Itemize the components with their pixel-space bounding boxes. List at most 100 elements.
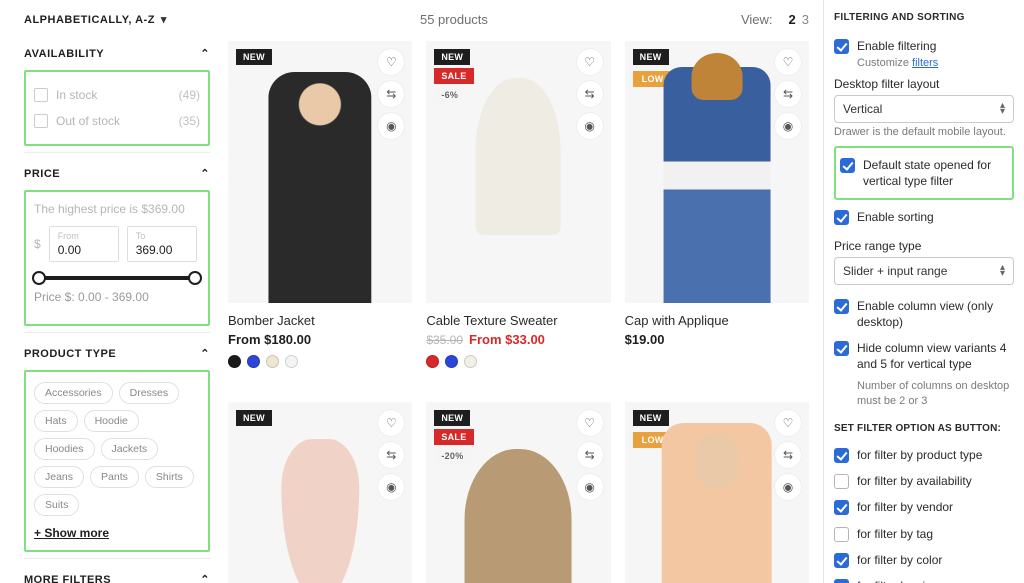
product-image[interactable]: NEW ♡ ⇆ ◉ (228, 41, 412, 303)
option-for-filter-by-product-type[interactable]: for filter by product type (834, 442, 1014, 468)
eye-icon[interactable]: ◉ (378, 113, 404, 139)
checkbox-icon (834, 448, 849, 463)
badge-new: NEW (434, 410, 470, 426)
product-title: Cap with Applique (625, 313, 809, 328)
chip-hoodie[interactable]: Hoodie (84, 410, 139, 432)
filter-more-toggle[interactable]: MORE FILTERS⌃ (24, 558, 210, 583)
swatch[interactable] (285, 355, 298, 368)
eye-icon[interactable]: ◉ (577, 474, 603, 500)
product-count: 55 products (167, 12, 741, 27)
badge-sale: SALE (434, 68, 473, 84)
product-card[interactable]: NEW ♡ ⇆ ◉ (228, 402, 412, 583)
filter-price-toggle[interactable]: PRICE⌃ (24, 152, 210, 190)
product-card[interactable]: NEWLOW STOCK ♡ ⇆ ◉ (625, 402, 809, 583)
heart-icon[interactable]: ♡ (775, 49, 801, 75)
filter-in-stock[interactable]: In stock(49) (34, 82, 200, 108)
heart-icon[interactable]: ♡ (775, 410, 801, 436)
heart-icon[interactable]: ♡ (577, 49, 603, 75)
default-state-opened-checkbox[interactable]: Default state opened for vertical type f… (840, 152, 1008, 194)
compare-icon[interactable]: ⇆ (577, 442, 603, 468)
option-for-filter-by-color[interactable]: for filter by color (834, 547, 1014, 573)
swatch[interactable] (445, 355, 458, 368)
checkbox-icon (34, 114, 48, 128)
heart-icon[interactable]: ♡ (378, 410, 404, 436)
view-label: View: (741, 12, 773, 27)
enable-column-view-checkbox[interactable]: Enable column view (only desktop) (834, 293, 1014, 335)
heart-icon[interactable]: ♡ (577, 410, 603, 436)
swatch[interactable] (228, 355, 241, 368)
product-card[interactable]: NEWLOW STOCK ♡ ⇆ ◉ Cap with Applique$19.… (625, 41, 809, 382)
heart-icon[interactable]: ♡ (378, 49, 404, 75)
eye-icon[interactable]: ◉ (775, 474, 801, 500)
select-arrows-icon: ▴▾ (1000, 103, 1005, 115)
settings-heading: FILTERING AND SORTING (834, 12, 1014, 23)
chip-pants[interactable]: Pants (90, 466, 139, 488)
compare-icon[interactable]: ⇆ (378, 81, 404, 107)
select-arrows-icon: ▴▾ (1000, 265, 1005, 277)
drawer-note: Drawer is the default mobile layout. (834, 125, 1014, 140)
filter-availability-toggle[interactable]: AVAILABILITY⌃ (24, 41, 210, 70)
hide-variants-note: Number of columns on desktop must be 2 o… (857, 379, 1014, 409)
product-card[interactable]: NEW ♡ ⇆ ◉ Bomber JacketFrom $180.00 (228, 41, 412, 382)
product-image[interactable]: NEWSALE-6% ♡ ⇆ ◉ (426, 41, 610, 303)
price-slider[interactable] (36, 276, 198, 280)
option-for-filter-by-tag[interactable]: for filter by tag (834, 521, 1014, 547)
product-image[interactable]: NEWLOW STOCK ♡ ⇆ ◉ (625, 41, 809, 303)
desktop-layout-label: Desktop filter layout (834, 77, 1014, 91)
sort-dropdown[interactable]: ALPHABETICALLY, A-Z▾ (24, 13, 167, 26)
checkbox-icon (34, 88, 48, 102)
chip-hats[interactable]: Hats (34, 410, 78, 432)
filter-out-of-stock[interactable]: Out of stock(35) (34, 108, 200, 134)
product-title: Bomber Jacket (228, 313, 412, 328)
product-image[interactable]: NEWSALE-20% ♡ ⇆ ◉ (426, 402, 610, 583)
desktop-layout-select[interactable]: Vertical▴▾ (834, 95, 1014, 123)
chip-accessories[interactable]: Accessories (34, 382, 113, 404)
chevron-up-icon: ⌃ (200, 347, 210, 360)
chip-shirts[interactable]: Shirts (145, 466, 194, 488)
chip-hoodies[interactable]: Hoodies (34, 438, 95, 460)
product-image[interactable]: NEWLOW STOCK ♡ ⇆ ◉ (625, 402, 809, 583)
product-image[interactable]: NEW ♡ ⇆ ◉ (228, 402, 412, 583)
product-type-options: Accessories Dresses Hats Hoodie Hoodies Jacke… (24, 370, 210, 552)
eye-icon[interactable]: ◉ (775, 113, 801, 139)
filter-product-type-toggle[interactable]: PRODUCT TYPE⌃ (24, 332, 210, 370)
option-for-filter-by-size[interactable]: for filter by size (834, 573, 1014, 583)
enable-sorting-checkbox[interactable]: Enable sorting (834, 204, 1014, 230)
checkbox-icon (834, 210, 849, 225)
chip-dresses[interactable]: Dresses (119, 382, 180, 404)
chip-suits[interactable]: Suits (34, 494, 79, 516)
chip-jeans[interactable]: Jeans (34, 466, 84, 488)
checkbox-icon (834, 341, 849, 356)
checkbox-icon (834, 500, 849, 515)
price-from-input[interactable]: From0.00 (49, 226, 119, 262)
product-card[interactable]: NEWSALE-20% ♡ ⇆ ◉ (426, 402, 610, 583)
chip-jackets[interactable]: Jackets (101, 438, 159, 460)
view-option-2[interactable]: 2 (789, 12, 796, 27)
price-highest-note: The highest price is $369.00 (34, 202, 200, 216)
swatch[interactable] (464, 355, 477, 368)
product-card[interactable]: NEWSALE-6% ♡ ⇆ ◉ Cable Texture Sweater$3… (426, 41, 610, 382)
price-range-type-select[interactable]: Slider + input range▴▾ (834, 257, 1014, 285)
customize-filters-link[interactable]: Customize filters (857, 57, 1014, 69)
enable-filtering-checkbox[interactable]: Enable filtering (834, 33, 1014, 59)
compare-icon[interactable]: ⇆ (577, 81, 603, 107)
view-option-3[interactable]: 3 (802, 12, 809, 27)
price-to-input[interactable]: To369.00 (127, 226, 197, 262)
swatch[interactable] (426, 355, 439, 368)
compare-icon[interactable]: ⇆ (378, 442, 404, 468)
hide-column-variants-checkbox[interactable]: Hide column view variants 4 and 5 for ve… (834, 335, 1014, 377)
swatch[interactable] (266, 355, 279, 368)
show-more-button[interactable]: + Show more (34, 526, 109, 540)
checkbox-icon (834, 39, 849, 54)
eye-icon[interactable]: ◉ (577, 113, 603, 139)
price-range-type-label: Price range type (834, 239, 1014, 253)
option-for-filter-by-availability[interactable]: for filter by availability (834, 468, 1014, 494)
option-for-filter-by-vendor[interactable]: for filter by vendor (834, 494, 1014, 520)
eye-icon[interactable]: ◉ (378, 474, 404, 500)
swatch[interactable] (247, 355, 260, 368)
checkbox-icon (834, 527, 849, 542)
compare-icon[interactable]: ⇆ (775, 81, 801, 107)
product-price: $35.00From $33.00 (426, 332, 610, 347)
compare-icon[interactable]: ⇆ (775, 442, 801, 468)
checkbox-icon (834, 553, 849, 568)
